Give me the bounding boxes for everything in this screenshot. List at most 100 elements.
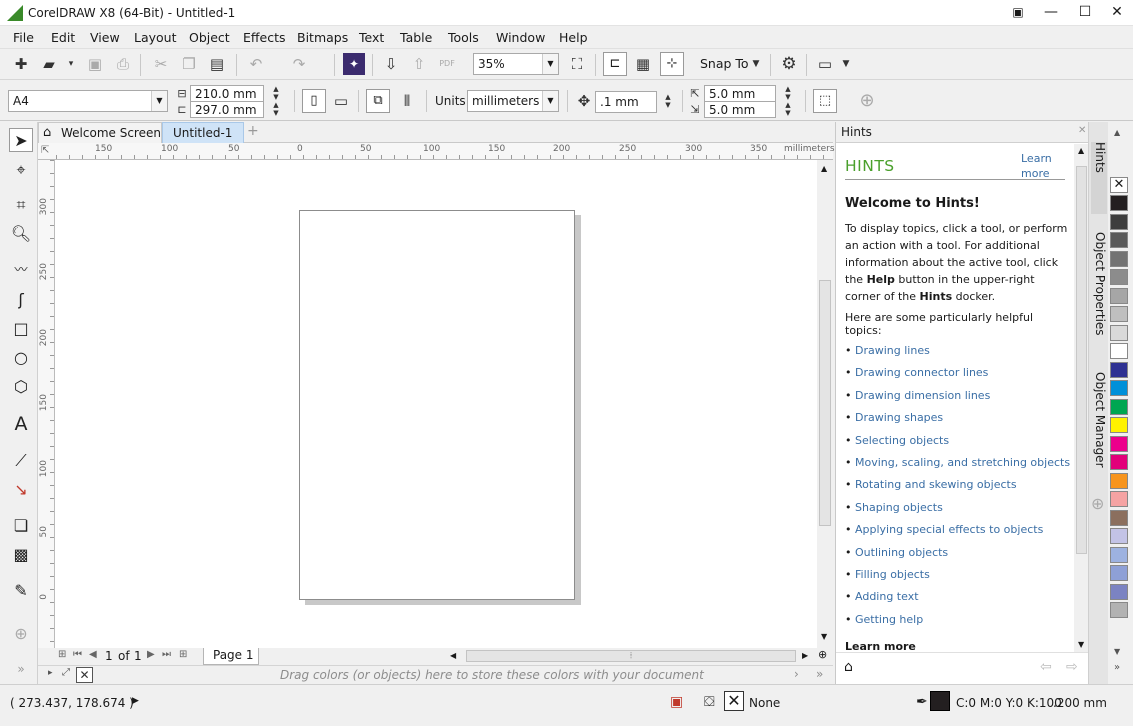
hint-topic-link[interactable]: • Drawing connector lines (845, 366, 1071, 388)
nudge-spinner[interactable]: ▲ ▼ (657, 93, 679, 110)
menu-file[interactable]: File (13, 30, 34, 45)
menu-table[interactable]: Table (400, 30, 432, 45)
palette-swatch[interactable] (1110, 306, 1128, 322)
hint-topic-link[interactable]: • Applying special effects to objects (845, 523, 1071, 545)
options-gear-icon[interactable]: ⚙ (778, 53, 800, 75)
show-guidelines-icon[interactable]: ⊹ (660, 52, 684, 76)
zoom-level-combo[interactable]: 35% ▼ (473, 53, 559, 75)
tray-menu-icon[interactable]: » (816, 667, 823, 681)
hint-topic-link[interactable]: • Moving, scaling, and stretching object… (845, 456, 1071, 478)
close-button[interactable]: ✕ (1100, 0, 1133, 26)
menu-help[interactable]: Help (559, 30, 588, 45)
palette-swatch[interactable] (1110, 435, 1128, 452)
drawing-page[interactable] (299, 210, 575, 600)
scroll-right-icon[interactable]: ▶ (802, 651, 808, 660)
hint-topic-link[interactable]: • Selecting objects (845, 434, 1071, 456)
menu-window[interactable]: Window (496, 30, 545, 45)
tray-expand-icon[interactable]: ▸ (48, 668, 53, 678)
scroll-down-icon[interactable]: ▼ (821, 632, 827, 641)
palette-scroll-up-icon[interactable]: ▲ (1114, 128, 1120, 137)
snap-dropdown-icon[interactable]: ▼ (745, 53, 767, 75)
paste-icon[interactable]: ▤ (206, 53, 228, 75)
hint-topic-link[interactable]: • Adding text (845, 590, 1071, 612)
landscape-icon[interactable]: ▭ (330, 90, 352, 112)
palette-swatch[interactable] (1110, 546, 1128, 563)
docker-close-icon[interactable]: ✕ (1078, 125, 1086, 136)
home-icon[interactable]: ⌂ (844, 659, 853, 675)
palette-scroll-down-icon[interactable]: ▼ (1114, 647, 1120, 656)
tab-untitled-1[interactable]: Untitled-1 (162, 122, 244, 143)
docker-tab-object-properties[interactable]: Object Properties (1091, 232, 1107, 352)
width-spinner[interactable]: ▲ ▼ (265, 85, 287, 102)
save-icon[interactable]: ▣ (84, 53, 106, 75)
tray-eyedropper-icon[interactable]: ⤢ (62, 667, 70, 678)
hint-topic-link[interactable]: • Drawing dimension lines (845, 389, 1071, 411)
vertical-ruler[interactable]: 300 250 200 150 100 50 0 (38, 160, 55, 648)
search-content-icon[interactable]: ✦ (343, 53, 365, 75)
menu-text[interactable]: Text (359, 30, 384, 45)
new-tab-icon[interactable]: + (247, 123, 259, 139)
minimize-button[interactable]: — (1034, 0, 1068, 26)
drop-shadow-icon[interactable]: ❏ (9, 514, 33, 538)
menu-layout[interactable]: Layout (134, 30, 177, 45)
full-screen-preview-icon[interactable]: ⛶ (566, 53, 588, 75)
back-arrow-icon[interactable]: ⇦ (1040, 659, 1052, 675)
vertical-scroll-thumb[interactable] (819, 280, 831, 526)
palette-swatch[interactable] (1110, 250, 1128, 267)
status-expand-icon[interactable]: ▶ (132, 696, 139, 706)
dup-x-spinner[interactable]: ▲ ▼ (777, 85, 799, 102)
hints-scroll-thumb[interactable] (1076, 166, 1087, 554)
no-color-swatch[interactable]: ✕ (76, 667, 93, 683)
crop-tool-icon[interactable]: ⌗ (9, 193, 33, 217)
shape-tool-icon[interactable]: ⌖ (9, 158, 33, 182)
hint-topic-link[interactable]: • Rotating and skewing objects (845, 478, 1071, 500)
palette-swatch[interactable] (1110, 583, 1128, 600)
next-page-icon[interactable]: ▶ (147, 649, 155, 660)
hint-topic-link[interactable]: • Shaping objects (845, 501, 1071, 523)
new-document-icon[interactable]: ✚ (10, 53, 32, 75)
artistic-media-icon[interactable]: ʃ (9, 288, 33, 312)
palette-swatch[interactable] (1110, 472, 1128, 489)
fill-swatch[interactable]: ✕ (724, 691, 744, 711)
first-page-icon[interactable]: ⏮ (73, 649, 82, 660)
application-launcher-icon[interactable]: ▭ (814, 53, 836, 75)
fill-bucket-icon[interactable]: ⛋ (704, 694, 715, 710)
palette-swatch[interactable] (1110, 528, 1128, 544)
palette-swatch[interactable] (1110, 454, 1128, 470)
show-grid-icon[interactable]: ▦ (632, 53, 654, 75)
redo-icon[interactable]: ↷ (288, 53, 310, 75)
dup-y-spinner[interactable]: ▲ ▼ (777, 101, 799, 118)
pick-tool-icon[interactable]: ➤ (9, 128, 33, 152)
forward-arrow-icon[interactable]: ⇨ (1066, 659, 1078, 675)
polygon-tool-icon[interactable]: ⬡ (9, 375, 33, 399)
hint-topic-link[interactable]: • Drawing lines (845, 344, 1071, 366)
freehand-tool-icon[interactable]: 〰 (9, 259, 33, 283)
ruler-origin-icon[interactable]: ⇱ (41, 145, 49, 156)
menu-tools[interactable]: Tools (448, 30, 479, 45)
snap-to-button[interactable]: Snap To (700, 56, 749, 71)
hint-topic-link[interactable]: • Filling objects (845, 568, 1071, 590)
document-color-tray[interactable]: ▸ ⤢ ✕ Drag colors (or objects) here to s… (38, 665, 833, 684)
palette-swatch[interactable] (1110, 324, 1128, 341)
scroll-down-icon[interactable]: ▼ (1078, 640, 1084, 649)
palette-swatch[interactable] (1110, 602, 1128, 618)
palette-swatch[interactable] (1110, 380, 1128, 396)
palette-swatch[interactable] (1110, 269, 1128, 285)
add-item-icon[interactable]: ⊕ (856, 90, 878, 112)
cut-icon[interactable]: ✂ (150, 53, 172, 75)
all-pages-icon[interactable]: ⧉ (366, 89, 390, 113)
page-tab-1[interactable]: Page 1 (203, 648, 259, 665)
palette-menu-icon[interactable]: » (1114, 662, 1120, 673)
outline-pen-icon[interactable]: ✒ (916, 694, 928, 710)
height-spinner[interactable]: ▲ ▼ (265, 101, 287, 118)
tab-welcome-screen[interactable]: ⌂ Welcome Screen (38, 122, 162, 143)
scroll-up-icon[interactable]: ▲ (1078, 146, 1084, 155)
menu-view[interactable]: View (90, 30, 120, 45)
current-page-icon[interactable]: ⫴ (396, 90, 418, 112)
copy-icon[interactable]: ❐ (178, 53, 200, 75)
horizontal-scroll-thumb[interactable]: ⦙ (466, 650, 796, 662)
maximize-button[interactable]: ☐ (1068, 0, 1102, 26)
palette-swatch[interactable] (1110, 213, 1128, 230)
import-icon[interactable]: ⇩ (380, 53, 402, 75)
menu-effects[interactable]: Effects (243, 30, 286, 45)
